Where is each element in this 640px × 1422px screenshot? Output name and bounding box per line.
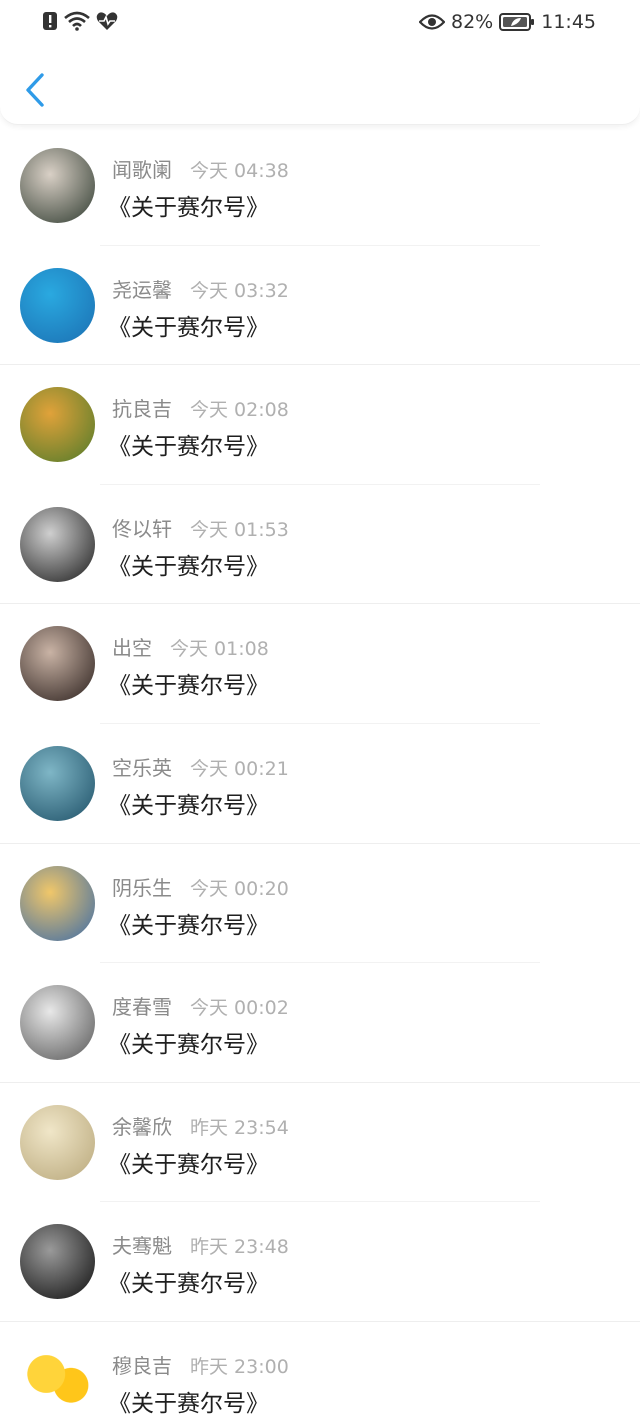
sender-name: 穆良吉 [112,1353,172,1378]
message-title: 《关于赛尔号》 [108,792,269,819]
timestamp: 今天 01:53 [190,518,289,541]
sender-line: 闻歌阑 今天 04:38 [112,154,289,183]
list-item[interactable]: 抗良吉 今天 02:08 《关于赛尔号》 [0,365,640,485]
timestamp: 今天 00:02 [190,997,289,1020]
list-item[interactable]: 余馨欣 昨天 23:54 《关于赛尔号》 [0,1083,640,1203]
avatar[interactable] [20,1104,95,1180]
sender-name: 出空 [112,636,152,661]
sender-line: 空乐英 今天 00:21 [112,752,289,781]
timestamp: 今天 02:08 [190,399,289,422]
battery-icon [499,12,535,32]
avatar[interactable] [20,985,95,1061]
avatar[interactable] [20,387,95,463]
sender-line: 夫骞魁 昨天 23:48 [112,1230,289,1259]
wifi-icon [64,11,90,31]
sender-name: 尧运馨 [112,277,172,302]
sender-name: 闻歌阑 [112,158,172,182]
avatar[interactable] [20,148,95,223]
message-list: 闻歌阑 今天 04:38 《关于赛尔号》 尧运馨 今天 03:32 《关于赛尔号》 抗良吉今… [0,126,640,1422]
sender-name: 抗良吉 [112,397,172,422]
sender-name: 余馨欣 [112,1114,172,1139]
sender-line: 度春雪 今天 00:02 [112,991,289,1020]
message-title: 《关于赛尔号》 [108,314,269,341]
avatar[interactable] [20,506,95,582]
timestamp: 今天 04:38 [190,160,289,182]
sender-name: 佟以轩 [112,516,172,541]
list-item[interactable]: 夫骞魁 昨天 23:48 《关于赛尔号》 [0,1202,640,1322]
avatar[interactable] [20,745,95,821]
message-title: 《关于赛尔号》 [108,1032,269,1059]
message-title: 《关于赛尔号》 [108,553,269,580]
back-button[interactable] [20,70,50,110]
sender-line: 阴乐生 今天 00:20 [112,872,289,901]
message-title: 《关于赛尔号》 [108,1151,269,1178]
timestamp: 昨天 23:00 [190,1355,289,1378]
list-item[interactable]: 尧运馨 今天 03:32 《关于赛尔号》 [0,246,640,366]
eye-icon [419,13,445,31]
sender-line: 出空 今天 01:08 [112,632,269,661]
sender-line: 佟以轩 今天 01:53 [112,513,289,542]
sender-name: 阴乐生 [112,875,172,900]
message-title: 《关于赛尔号》 [108,1271,269,1298]
message-title: 《关于赛尔号》 [108,673,269,700]
list-item[interactable]: 佟以轩 今天 01:53 《关于赛尔号》 [0,485,640,605]
sender-line: 尧运馨 今天 03:32 [112,274,289,303]
timestamp: 昨天 23:54 [190,1116,289,1139]
status-right: 82% 11:45 [419,10,596,34]
sender-line: 抗良吉 今天 02:08 [112,393,289,422]
sender-line: 余馨欣 昨天 23:54 [112,1111,289,1140]
avatar[interactable] [20,267,95,343]
timestamp: 今天 00:21 [190,757,289,780]
list-item[interactable]: 闻歌阑 今天 04:38 《关于赛尔号》 [0,126,640,246]
list-item[interactable]: 度春雪 今天 00:02 《关于赛尔号》 [0,963,640,1083]
avatar[interactable] [20,865,95,941]
timestamp: 昨天 23:48 [190,1236,289,1259]
avatar[interactable] [20,1343,95,1419]
alert-icon [42,11,58,31]
sender-line: 穆良吉 昨天 23:00 [112,1350,289,1379]
sender-name: 度春雪 [112,995,172,1020]
clock: 11:45 [541,11,596,33]
message-title: 《关于赛尔号》 [108,434,269,461]
avatar[interactable] [20,1224,95,1300]
sender-name: 夫骞魁 [112,1234,172,1259]
status-left [42,10,118,32]
message-title: 《关于赛尔号》 [108,912,269,939]
message-title: 《关于赛尔号》 [108,1390,269,1417]
top-bar: 82% 11:45 [0,0,640,125]
timestamp: 今天 03:32 [190,279,289,302]
list-item[interactable]: 阴乐生 今天 00:20 《关于赛尔号》 [0,844,640,964]
chevron-left-icon [26,73,44,107]
battery-percent: 82% [451,11,494,33]
message-title: 《关于赛尔号》 [108,195,269,221]
avatar[interactable] [20,626,95,702]
list-item[interactable]: 穆良吉 昨天 23:00 《关于赛尔号》 [0,1322,640,1422]
list-item[interactable]: 出空 今天 01:08 《关于赛尔号》 [0,604,640,724]
list-item[interactable]: 空乐英 今天 00:21 《关于赛尔号》 [0,724,640,844]
timestamp: 今天 01:08 [170,638,269,661]
timestamp: 今天 00:20 [190,877,289,900]
heartbeat-icon [96,11,118,31]
sender-name: 空乐英 [112,755,172,780]
